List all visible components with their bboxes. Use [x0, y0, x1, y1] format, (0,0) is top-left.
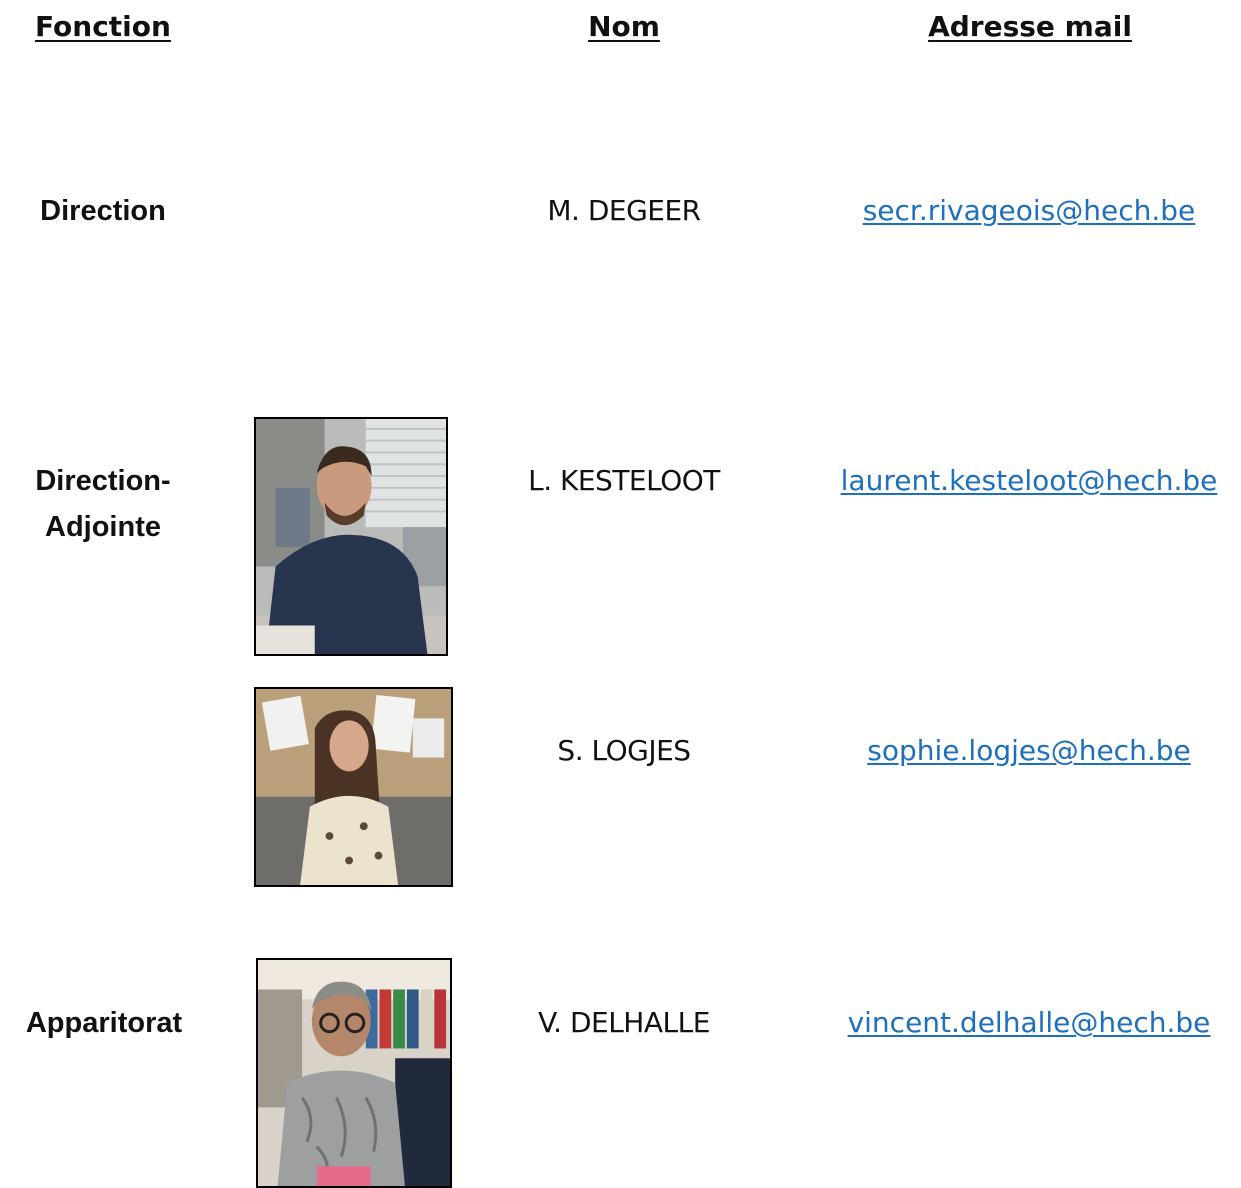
row-direction-adjointe-nom: L. KESTELOOT: [528, 464, 720, 497]
photo-kesteloot: [254, 417, 448, 656]
photo-delhalle: [256, 958, 452, 1188]
row-direction-adjointe-fonction: Direction- Adjointe: [35, 458, 170, 550]
header-fonction: Fonction: [35, 10, 171, 43]
row-direction-nom: M. DEGEER: [547, 194, 701, 227]
header-adresse-mail: Adresse mail: [928, 10, 1132, 43]
fonction-line-1: Direction-: [35, 465, 171, 497]
fonction-line-2: Adjointe: [45, 511, 161, 543]
row-apparitorat-fonction: Apparitorat: [25, 1007, 183, 1039]
header-nom: Nom: [588, 10, 660, 43]
photo-logjes: [254, 687, 453, 887]
row-apparitorat-mail-link[interactable]: vincent.delhalle@hech.be: [848, 1006, 1211, 1039]
row-direction-adjointe-mail-link[interactable]: laurent.kesteloot@hech.be: [841, 464, 1218, 497]
row-apparitorat-nom: V. DELHALLE: [538, 1006, 710, 1039]
row-logjes-nom: S. LOGJES: [557, 734, 691, 767]
row-logjes-mail-link[interactable]: sophie.logjes@hech.be: [867, 734, 1190, 767]
row-direction-fonction: Direction: [40, 195, 166, 227]
row-direction-mail-link[interactable]: secr.rivageois@hech.be: [863, 194, 1196, 227]
